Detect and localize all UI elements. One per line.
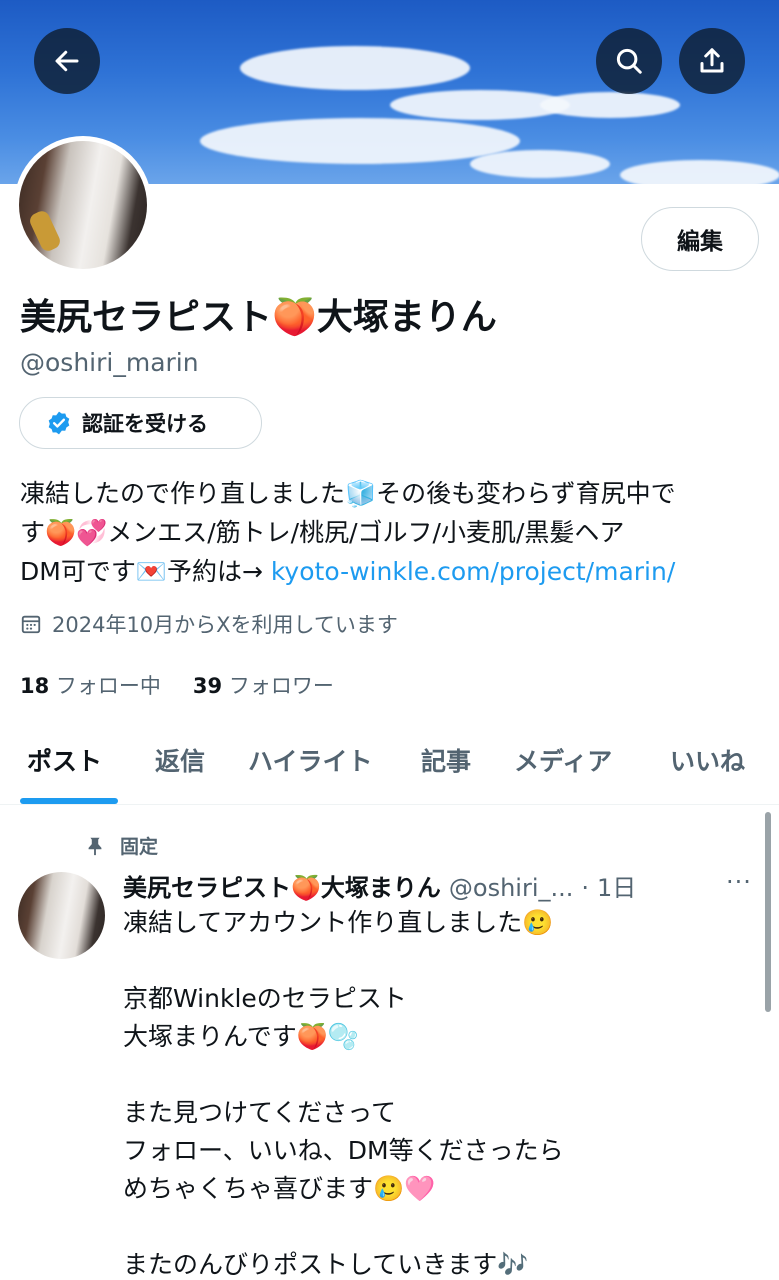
post-header: 美尻セラピスト🍑大塚まりん @oshiri_... · 1日	[123, 868, 636, 903]
bio-link[interactable]: kyoto-winkle.com/project/marin/	[271, 557, 675, 586]
post-line: めちゃくちゃ喜びます🥲🩷	[123, 1174, 436, 1203]
bio-line: DM可です💌予約は→ kyoto-winkle.com/project/mari…	[20, 552, 760, 591]
profile-tabs: ポスト 返信 ハイライト 記事 メディア いいね	[0, 728, 779, 805]
post-line: フォロー、いいね、DM等くださったら	[123, 1136, 564, 1165]
pinned-indicator: 固定	[84, 832, 158, 859]
post-line: 凍結してアカウント作り直しました🥲	[123, 908, 554, 937]
follow-stats: 18 フォロー中 39 フォロワー	[20, 670, 334, 700]
bio-line: す🍑💞メンエス/筋トレ/桃尻/ゴルフ/小麦肌/黒髪ヘア	[20, 518, 625, 547]
tab-likes[interactable]: いいね	[670, 742, 745, 778]
post-author-handle[interactable]: @oshiri_...	[449, 874, 574, 902]
edit-profile-button[interactable]: 編集	[641, 207, 759, 271]
post-line	[123, 1056, 743, 1094]
post-author-avatar[interactable]	[18, 872, 105, 959]
post-line: 京都Winkleのセラピスト	[123, 984, 407, 1013]
active-tab-indicator	[20, 798, 118, 804]
followers-link[interactable]: 39 フォロワー	[193, 670, 334, 700]
tab-posts[interactable]: ポスト	[27, 742, 102, 778]
joined-date: 2024年10月からXを利用しています	[20, 609, 398, 639]
profile-bio: 凍結したので作り直しました🧊その後も変わらず育尻中で す🍑💞メンエス/筋トレ/桃…	[20, 474, 760, 591]
share-button[interactable]	[679, 28, 745, 94]
search-button[interactable]	[596, 28, 662, 94]
tab-articles[interactable]: 記事	[421, 742, 471, 778]
profile-handle: @oshiri_marin	[20, 348, 199, 377]
banner-cloud	[240, 46, 470, 90]
followers-label: フォロワー	[228, 674, 334, 698]
banner-cloud	[470, 150, 610, 178]
get-verified-label: 認証を受ける	[82, 412, 208, 436]
post-line: また見つけてくださって	[123, 1098, 397, 1127]
post-text: 凍結してアカウント作り直しました🥲 京都Winkleのセラピスト 大塚まりんです…	[123, 904, 743, 1280]
post-time[interactable]: 1日	[597, 868, 636, 903]
profile-avatar[interactable]	[14, 136, 152, 274]
post-more-button[interactable]: ···	[726, 868, 752, 896]
share-icon	[700, 48, 724, 73]
bio-text: DM可です💌予約は→	[20, 557, 271, 586]
tab-replies[interactable]: 返信	[155, 742, 205, 778]
banner-cloud	[200, 118, 520, 164]
tab-media[interactable]: メディア	[514, 742, 612, 778]
post-separator: ·	[581, 874, 590, 902]
banner-cloud	[620, 160, 779, 184]
following-link[interactable]: 18 フォロー中	[20, 670, 161, 700]
tab-highlights[interactable]: ハイライト	[248, 742, 373, 778]
following-count: 18	[20, 674, 50, 698]
pinned-label: 固定	[120, 836, 159, 858]
post-line: 大塚まりんです🍑🫧	[123, 1022, 360, 1051]
search-icon	[616, 48, 642, 74]
post-line	[123, 1208, 743, 1246]
profile-name: 美尻セラピスト🍑大塚まりん	[20, 297, 497, 338]
calendar-icon	[21, 615, 41, 634]
bio-line: 凍結したので作り直しました🧊その後も変わらず育尻中で	[20, 479, 676, 508]
post-line: またのんびりポストしていきます🎶	[123, 1250, 529, 1279]
back-button[interactable]	[34, 28, 100, 94]
get-verified-button[interactable]: 認証を受ける	[19, 397, 262, 449]
scrollbar[interactable]	[765, 812, 771, 1012]
arrow-left-icon	[55, 50, 79, 72]
pin-icon	[88, 837, 102, 855]
followers-count: 39	[192, 674, 223, 698]
avatar-image	[19, 141, 147, 269]
verified-badge-icon	[48, 411, 70, 435]
joined-text: 2024年10月からXを利用しています	[52, 613, 398, 637]
banner-cloud	[540, 92, 680, 118]
post-line	[123, 942, 743, 980]
post-author-name[interactable]: 美尻セラピスト🍑大塚まりん	[123, 868, 441, 903]
following-label: フォロー中	[55, 674, 161, 698]
